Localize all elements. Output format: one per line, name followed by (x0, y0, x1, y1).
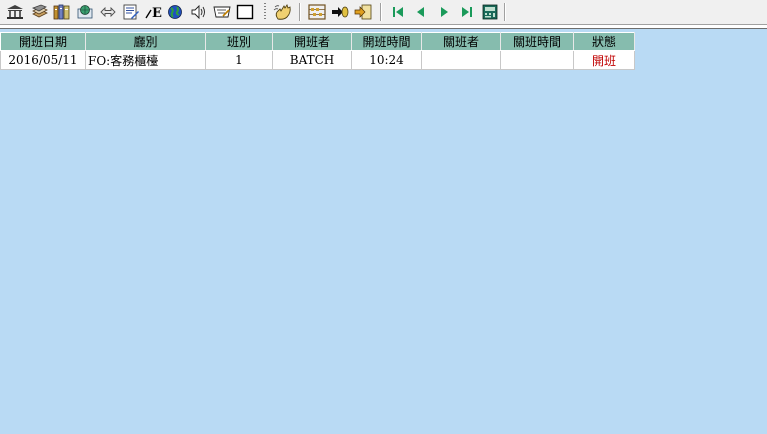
toolbar-separator (299, 3, 301, 21)
first-record-icon[interactable] (388, 2, 408, 22)
bank-icon[interactable] (5, 2, 25, 22)
last-record-icon[interactable] (457, 2, 477, 22)
cell-status[interactable]: 開班 (573, 50, 635, 70)
column-header-outlet[interactable]: 廳別 (85, 32, 206, 51)
column-header-status[interactable]: 狀態 (573, 32, 635, 51)
grid-header-row: 開班日期 廳別 班別 開班者 開班時間 關班者 關班時間 狀態 (0, 32, 635, 51)
shift-grid[interactable]: 開班日期 廳別 班別 開班者 開班時間 關班者 關班時間 狀態 2016/05/… (0, 32, 635, 70)
hand-wave-icon[interactable] (273, 2, 293, 22)
book-stack-icon[interactable] (30, 2, 50, 22)
toolbar-separator (504, 3, 506, 21)
earth-icon[interactable] (165, 2, 185, 22)
table-row[interactable]: 2016/05/11 FO:客務櫃檯 1 BATCH 10:24 開班 (0, 50, 635, 70)
cell-closed-by[interactable] (421, 50, 501, 70)
column-header-close-time[interactable]: 關班時間 (500, 32, 574, 51)
export-arrow-icon[interactable] (353, 2, 373, 22)
calculator-icon[interactable] (480, 2, 500, 22)
svg-text:E: E (152, 6, 162, 20)
column-header-shift[interactable]: 班別 (205, 32, 273, 51)
cell-outlet[interactable]: FO:客務櫃檯 (85, 50, 206, 70)
document-edit-icon[interactable] (121, 2, 141, 22)
swap-arrows-icon[interactable] (98, 2, 118, 22)
toolbar-separator (380, 3, 382, 21)
toolbar-rule (0, 25, 767, 29)
globe-card-icon[interactable] (75, 2, 95, 22)
column-header-closed-by[interactable]: 關班者 (421, 32, 501, 51)
abacus-icon[interactable] (307, 2, 327, 22)
next-record-icon[interactable] (434, 2, 454, 22)
cell-shift[interactable]: 1 (205, 50, 273, 70)
pen-note-icon[interactable] (212, 2, 232, 22)
font-e-icon[interactable]: E (144, 2, 164, 22)
previous-record-icon[interactable] (411, 2, 431, 22)
column-header-open-date[interactable]: 開班日期 (0, 32, 86, 51)
toolbar: E (0, 0, 767, 25)
column-header-open-time[interactable]: 開班時間 (351, 32, 422, 51)
cell-open-date[interactable]: 2016/05/11 (0, 50, 86, 70)
column-header-opened-by[interactable]: 開班者 (272, 32, 352, 51)
cell-opened-by[interactable]: BATCH (272, 50, 352, 70)
blank-frame-icon[interactable] (235, 2, 255, 22)
speaker-icon[interactable] (189, 2, 209, 22)
import-arrow-icon[interactable] (330, 2, 350, 22)
cell-open-time[interactable]: 10:24 (351, 50, 422, 70)
binders-icon[interactable] (52, 2, 72, 22)
cell-close-time[interactable] (500, 50, 574, 70)
toolbar-grip[interactable] (264, 3, 266, 21)
